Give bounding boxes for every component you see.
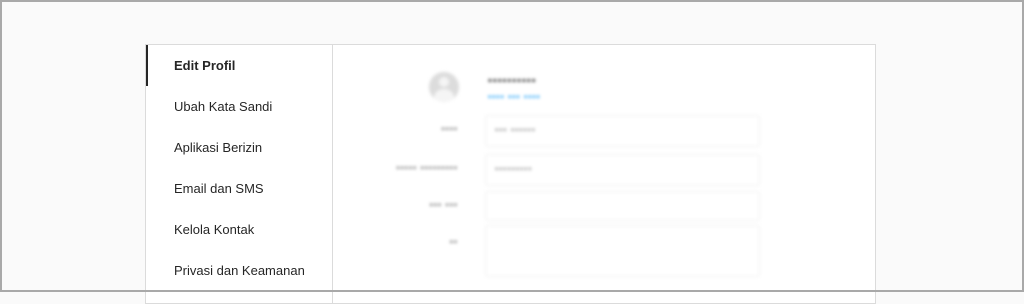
edit-profile-form: •••••••••• •••• ••• •••• •••• ••• ••••••… xyxy=(333,45,875,303)
sidebar-item-manage-contacts[interactable]: Kelola Kontak xyxy=(146,209,332,250)
profile-username: •••••••••• xyxy=(488,75,537,87)
name-input[interactable]: ••• •••••• xyxy=(485,115,760,147)
sidebar-item-privacy-security[interactable]: Privasi dan Keamanan xyxy=(146,250,332,291)
sidebar-item-authorized-apps[interactable]: Aplikasi Berizin xyxy=(146,127,332,168)
sidebar-item-change-password[interactable]: Ubah Kata Sandi xyxy=(146,86,332,127)
sidebar-item-label: Aplikasi Berizin xyxy=(174,140,263,155)
username-label: ••••• ••••••••• xyxy=(396,163,458,173)
sidebar-item-email-sms[interactable]: Email dan SMS xyxy=(146,168,332,209)
sidebar-item-label: Privasi dan Keamanan xyxy=(174,263,305,278)
website-label: ••• ••• xyxy=(429,200,458,210)
avatar[interactable] xyxy=(429,72,459,102)
sidebar-item-label: Ubah Kata Sandi xyxy=(174,99,273,114)
settings-sidebar: Edit Profil Ubah Kata Sandi Aplikasi Ber… xyxy=(146,45,333,303)
name-label: •••• xyxy=(441,124,458,134)
sidebar-item-label: Email dan SMS xyxy=(174,181,264,196)
sidebar-item-label: Kelola Kontak xyxy=(174,222,255,237)
sidebar-item-label: Edit Profil xyxy=(174,58,236,73)
bio-textarea[interactable] xyxy=(485,225,760,277)
website-input[interactable] xyxy=(485,191,760,221)
bio-label: •• xyxy=(449,237,458,247)
sidebar-item-edit-profile[interactable]: Edit Profil xyxy=(146,45,332,86)
settings-card: Edit Profil Ubah Kata Sandi Aplikasi Ber… xyxy=(145,44,876,304)
change-photo-link[interactable]: •••• ••• •••• xyxy=(488,92,541,102)
username-input[interactable]: ••••••••• xyxy=(485,154,760,186)
